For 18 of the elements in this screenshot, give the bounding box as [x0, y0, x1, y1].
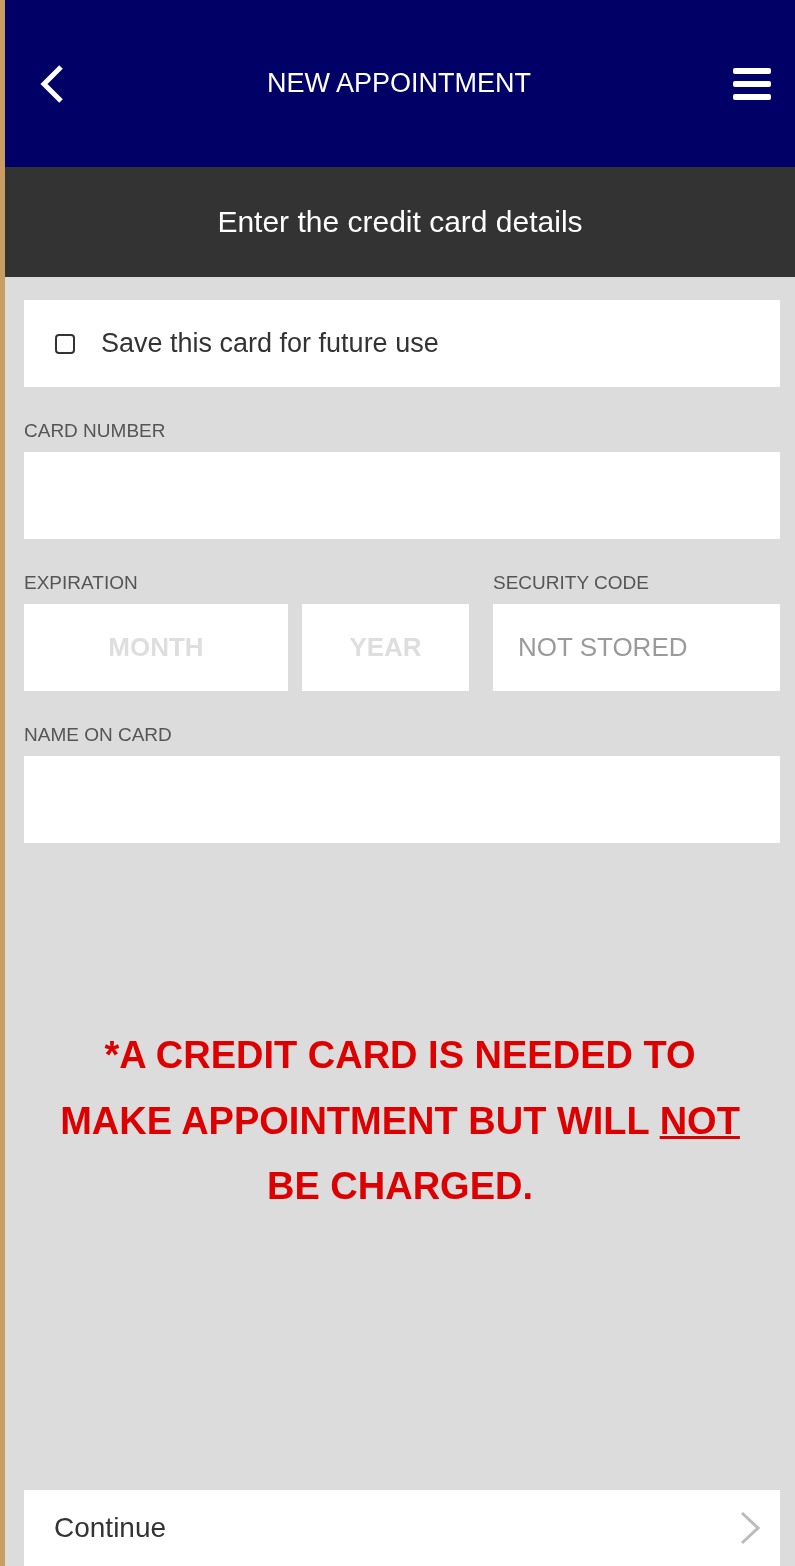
card-number-field[interactable]: [24, 452, 780, 539]
security-code-field[interactable]: NOT STORED: [493, 604, 780, 691]
continue-button[interactable]: Continue: [24, 1490, 780, 1566]
checkbox-label: Save this card for future use: [101, 328, 439, 359]
section-title: Enter the credit card details: [217, 205, 583, 239]
menu-icon: [733, 67, 771, 100]
back-button[interactable]: [39, 63, 65, 104]
name-field[interactable]: [24, 756, 780, 843]
field-label: CARD NUMBER: [24, 420, 167, 442]
notice-text: *A CREDIT CARD IS NEEDED TO MAKE APPOINTMENT BUT WILL NOT BE CHARGED.: [59, 1033, 741, 1210]
menu-button[interactable]: [733, 67, 771, 100]
field-label: EXPIRATION: [24, 572, 139, 594]
back-icon: [39, 63, 65, 104]
chevron-icon: [740, 1511, 760, 1545]
checkbox[interactable]: [55, 333, 75, 354]
field-label: SECURITY CODE: [493, 572, 650, 594]
field-label: NAME ON CARD: [24, 724, 173, 746]
screen-title: NEW APPOINTMENT: [267, 68, 531, 99]
